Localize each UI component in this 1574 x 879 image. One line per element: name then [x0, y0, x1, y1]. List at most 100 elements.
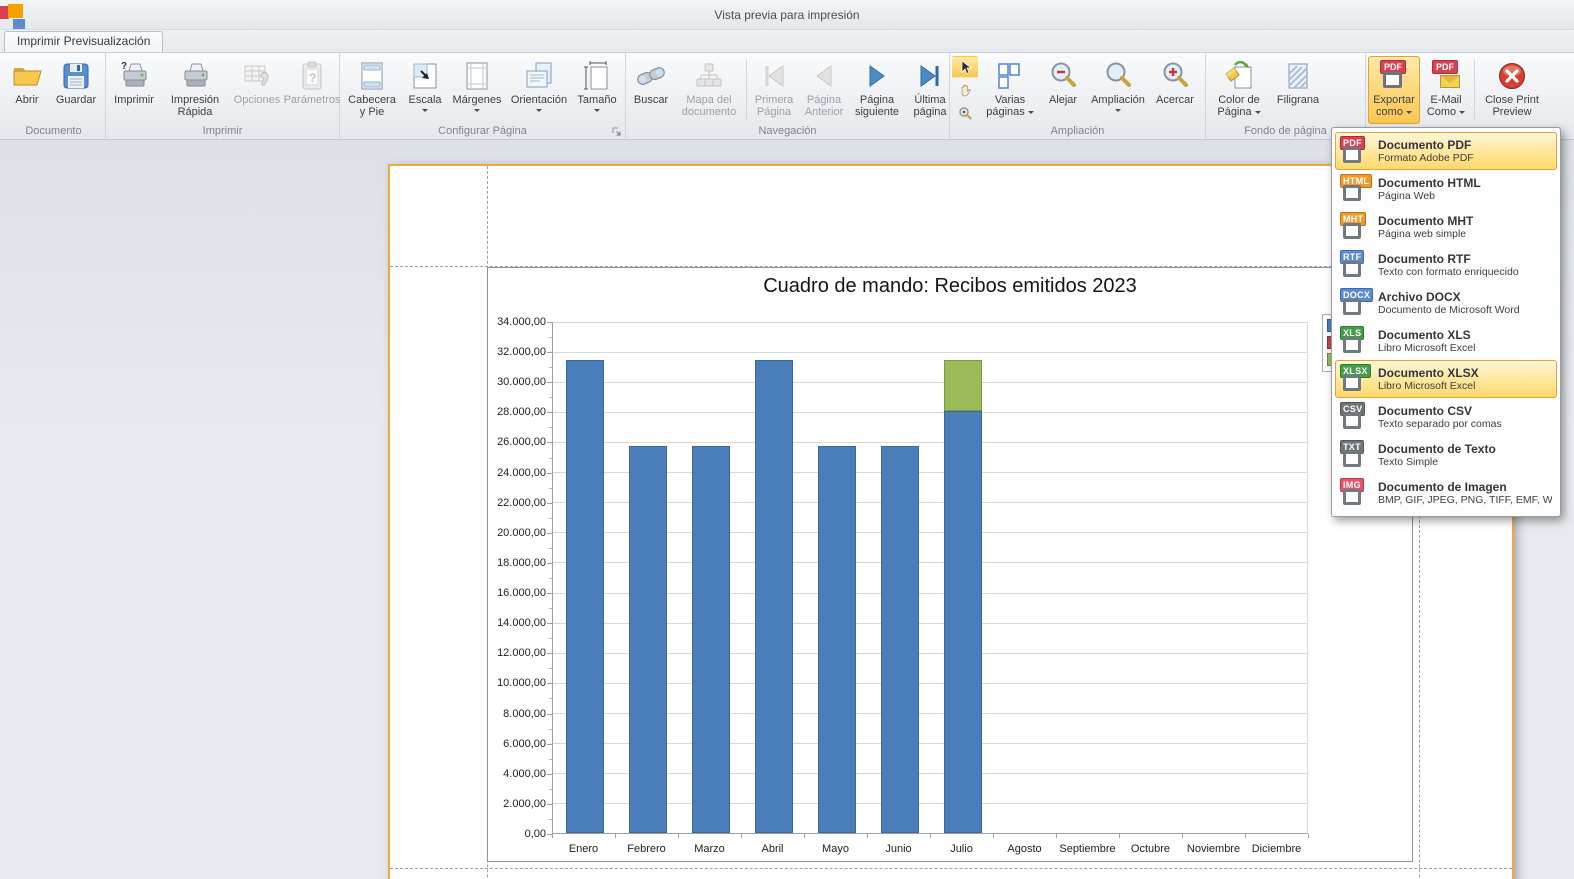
menu-item-title: Documento XLSX	[1378, 365, 1479, 380]
abrir-button[interactable]: Abrir	[4, 56, 50, 124]
pointer-tool-button[interactable]	[952, 56, 978, 78]
y-axis-label: 2.000,00	[503, 797, 546, 810]
filigrana-button[interactable]: Filigrana	[1270, 56, 1326, 124]
html-file-icon: HTML	[1340, 173, 1373, 205]
menu-item-title: Documento HTML	[1378, 175, 1481, 190]
gridline	[553, 351, 1307, 353]
menu-item-subtitle: Texto con formato enriquecido	[1378, 265, 1519, 278]
orientacion-button[interactable]: Orientación	[506, 56, 572, 124]
options-table-icon	[240, 59, 274, 93]
exportar-como-button[interactable]: PDF Exportar como	[1368, 56, 1420, 124]
email-como-button[interactable]: PDF E-Mail Como	[1420, 56, 1472, 124]
guardar-button[interactable]: Guardar	[50, 56, 102, 124]
alejar-button[interactable]: Alejar	[1039, 56, 1087, 124]
tab-imprimir-previsualizacion[interactable]: Imprimir Previsualización	[4, 31, 164, 52]
close-print-preview-button[interactable]: Close Print Preview	[1477, 56, 1547, 124]
y-axis-tick	[547, 472, 552, 474]
zoom-region-tool-button[interactable]	[952, 102, 978, 124]
rtf-file-icon: RTF	[1340, 249, 1372, 281]
menu-item-title: Documento RTF	[1378, 251, 1471, 266]
margins-icon	[460, 59, 494, 93]
y-axis-label: 26.000,00	[497, 436, 546, 449]
menu-item-text: Documento de Imagen BMP, GIF, JPEG, PNG, …	[1378, 480, 1552, 507]
export-menu-item-csv[interactable]: CSV Documento CSV Texto separado por comas	[1335, 398, 1557, 436]
chevron-down-icon	[1254, 110, 1261, 114]
button-label: Primera Página	[754, 94, 794, 118]
export-menu-item-xlsx[interactable]: XLSX Documento XLSX Libro Microsoft Excel	[1335, 360, 1557, 398]
bar-julio-s0	[943, 411, 982, 833]
cabecera-y-pie-button[interactable]: Cabecera y Pie	[342, 56, 402, 124]
margenes-button[interactable]: Márgenes	[448, 56, 506, 124]
export-menu-item-mht[interactable]: MHT Documento MHT Página web simple	[1335, 208, 1557, 246]
y-axis-tick	[547, 743, 552, 745]
y-axis-tick	[547, 442, 552, 444]
y-axis-tick	[547, 773, 552, 775]
x-axis-label: Noviembre	[1186, 843, 1241, 855]
y-axis-minor-tick	[549, 698, 552, 700]
save-floppy-icon	[59, 59, 93, 93]
pdf-file-icon: PDF	[1340, 135, 1372, 167]
escala-button[interactable]: Escala	[402, 56, 448, 124]
pan-tool-button[interactable]	[952, 79, 978, 101]
x-axis-tick	[1182, 834, 1183, 838]
export-menu-item-pdf[interactable]: PDF Documento PDF Formato Adobe PDF	[1335, 132, 1557, 170]
document-outline-icon	[1343, 185, 1361, 201]
y-axis-tick	[547, 532, 552, 534]
color-de-pagina-button[interactable]: Color de Página	[1208, 56, 1270, 124]
dialog-launcher-icon[interactable]	[611, 125, 623, 137]
button-label: Parámetros	[283, 94, 341, 106]
export-menu-item-html[interactable]: HTML Documento HTML Página Web	[1335, 170, 1557, 208]
separator	[746, 59, 747, 121]
menu-item-subtitle: Página web simple	[1378, 227, 1467, 240]
export-menu-item-img[interactable]: IMG Documento de Imagen BMP, GIF, JPEG, PN…	[1335, 474, 1557, 512]
export-menu-item-docx[interactable]: DOCX Archivo DOCX Documento de Microsoft W…	[1335, 284, 1557, 322]
menu-item-text: Documento PDF Formato Adobe PDF	[1378, 138, 1474, 165]
y-axis-label: 34.000,00	[497, 316, 546, 328]
chevron-down-icon	[1405, 110, 1412, 114]
menu-item-title: Documento de Texto	[1378, 441, 1496, 456]
menu-item-title: Documento CSV	[1378, 403, 1473, 418]
tamano-button[interactable]: Tamaño	[572, 56, 622, 124]
export-menu-item-xls[interactable]: XLS Documento XLS Libro Microsoft Excel	[1335, 322, 1557, 360]
export-menu-item-rtf[interactable]: RTF Documento RTF Texto con formato enriqu…	[1335, 246, 1557, 284]
print-icon: ?	[117, 59, 151, 93]
pagina-siguiente-button[interactable]: Página siguiente	[849, 56, 905, 124]
next-page-icon	[860, 59, 894, 93]
ampliacion-button[interactable]: Ampliación	[1087, 56, 1149, 124]
group-caption: Configurar Página	[438, 125, 527, 137]
menu-item-title: Documento de Imagen	[1378, 479, 1507, 494]
x-axis-label: Abril	[761, 843, 784, 855]
varias-paginas-button[interactable]: Varias páginas	[981, 56, 1039, 124]
ultima-pagina-button[interactable]: Última página	[905, 56, 955, 124]
menu-item-subtitle: Libro Microsoft Excel	[1378, 379, 1476, 392]
button-label: Imprimir	[114, 94, 154, 106]
chart-plot-area	[552, 321, 1308, 834]
menu-item-subtitle: Texto separado por comas	[1378, 417, 1502, 430]
menu-item-text: Documento MHT Página web simple	[1378, 214, 1473, 241]
button-label: Márgenes	[452, 94, 502, 106]
zoom-tools-column	[952, 56, 978, 124]
button-label: Página siguiente	[854, 94, 900, 118]
export-menu-item-txt[interactable]: TXT Documento de Texto Texto Simple	[1335, 436, 1557, 474]
multiple-pages-icon	[993, 59, 1027, 93]
ribbon-group-configurar-pagina: Cabecera y Pie Escala Márgenes Orientaci…	[340, 53, 626, 139]
buscar-button[interactable]: Buscar	[628, 56, 674, 124]
x-axis-label: Mayo	[822, 843, 849, 855]
y-axis-tick	[547, 713, 552, 715]
y-axis-label: 22.000,00	[497, 496, 546, 509]
impresion-rapida-button[interactable]: Impresión Rápida	[160, 56, 230, 124]
y-axis-minor-tick	[549, 547, 552, 549]
y-axis-label: 0,00	[524, 828, 546, 840]
parameters-clipboard-icon: ?	[295, 59, 329, 93]
imprimir-button[interactable]: ? Imprimir	[108, 56, 160, 124]
button-label: Guardar	[55, 94, 97, 106]
acercar-button[interactable]: Acercar	[1149, 56, 1201, 124]
y-axis-tick	[547, 382, 552, 384]
y-axis-minor-tick	[549, 728, 552, 730]
menu-item-text: Documento CSV Texto separado por comas	[1378, 404, 1502, 431]
gridline	[553, 321, 1307, 323]
chevron-down-icon	[1027, 110, 1034, 114]
x-axis-label: Julio	[950, 843, 973, 855]
window-titlebar: Vista previa para impresión	[0, 0, 1574, 30]
margin-line-bottom	[390, 868, 1512, 869]
